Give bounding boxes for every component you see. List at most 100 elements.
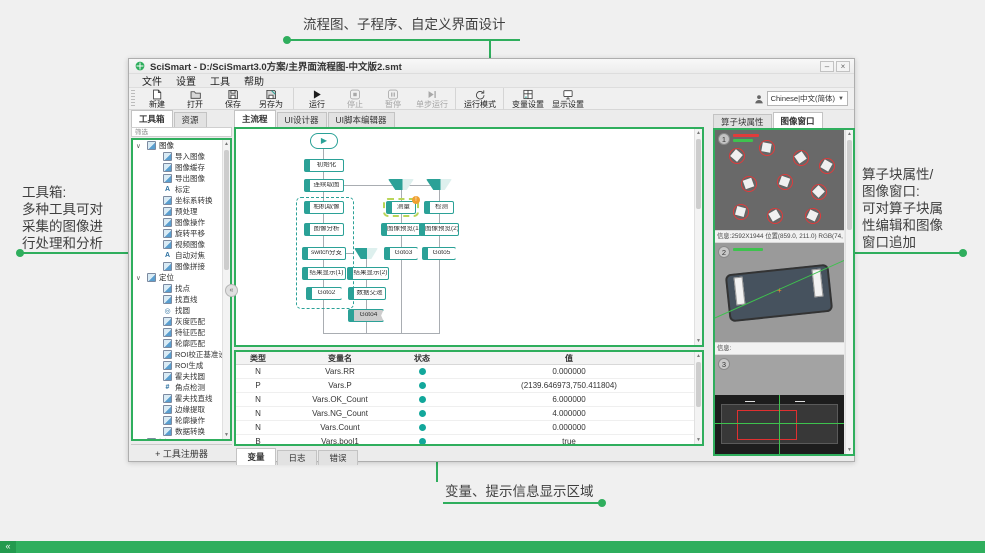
flowchart-scrollbar[interactable]: ▲ ▼: [694, 129, 702, 345]
tree-row[interactable]: 特征匹配: [133, 327, 222, 338]
flow-node-数据交递[interactable]: 数据交递: [348, 287, 386, 300]
tree-row[interactable]: 轮廓匹配: [133, 338, 222, 349]
toolbar-button[interactable]: 另存为: [252, 88, 290, 110]
toolbar-button[interactable]: 新建: [138, 88, 176, 110]
flow-tab[interactable]: UI设计器: [277, 112, 327, 127]
toolbar-button[interactable]: 暂停: [374, 88, 412, 110]
toolbar-button[interactable]: 保存: [214, 88, 252, 110]
close-button[interactable]: ×: [836, 61, 850, 72]
tree-row[interactable]: 数据转换: [133, 426, 222, 437]
flow-node-switch分支[interactable]: switch分支: [302, 247, 346, 260]
tree-row[interactable]: ∨ 定位: [133, 272, 222, 283]
flow-node-初始化[interactable]: 初始化: [304, 159, 344, 172]
tree-row[interactable]: 霍夫找直线: [133, 393, 222, 404]
table-scrollbar[interactable]: ▲ ▼: [694, 352, 702, 444]
node-tab-icon: [382, 224, 387, 235]
image-window-2[interactable]: 2 +: [715, 243, 844, 342]
flow-node-Goto5[interactable]: Goto5: [422, 247, 456, 260]
flow-node-Goto3[interactable]: Goto3: [384, 247, 418, 260]
table-row[interactable]: N Vars.Count 0.000000: [236, 421, 694, 435]
sidebar-collapse-handle[interactable]: «: [225, 284, 238, 297]
flow-node-结果显示(2)[interactable]: 结果显示(2): [347, 267, 389, 280]
bottom-tab[interactable]: 错误: [318, 450, 358, 465]
toolbar-button[interactable]: 变量设置: [503, 88, 548, 110]
language-select[interactable]: Chinese|中文(简体) ▼: [767, 91, 848, 106]
menu-item[interactable]: 文件: [137, 73, 167, 88]
flow-node-trap[interactable]: [426, 179, 452, 190]
tree-row[interactable]: ROI生成: [133, 360, 222, 371]
chevrons-left-icon[interactable]: «: [0, 541, 16, 553]
toolbar-button[interactable]: 显示设置: [548, 88, 588, 110]
scroll-thumb[interactable]: [696, 139, 701, 209]
flow-node-Goto4[interactable]: Goto4: [348, 309, 384, 322]
tree-row[interactable]: ◎ 找圆: [133, 305, 222, 316]
tree-row[interactable]: 找直线: [133, 294, 222, 305]
tool-register-button[interactable]: + 工具注册器: [131, 444, 232, 461]
node-tab-icon: [385, 248, 390, 259]
flow-node-测量[interactable]: 测量: [386, 201, 416, 214]
tree-row[interactable]: 导出图像: [133, 173, 222, 184]
toolbar-button[interactable]: 单步运行: [412, 88, 452, 110]
tree-row[interactable]: A 标定: [133, 184, 222, 195]
minimize-button[interactable]: –: [820, 61, 834, 72]
table-row[interactable]: N Vars.NG_Count 4.000000: [236, 407, 694, 421]
filter-input[interactable]: 筛选: [131, 127, 232, 137]
toolbar-button[interactable]: 运行模式: [455, 88, 500, 110]
sidebar-tab[interactable]: 资源: [174, 112, 207, 127]
tree-row[interactable]: 图像缓存: [133, 162, 222, 173]
table-row[interactable]: P Vars.P (2139.646973,750.411804): [236, 379, 694, 393]
flow-node-Goto2[interactable]: Goto2: [306, 287, 342, 300]
tree-row[interactable]: 视频图像: [133, 239, 222, 250]
tree-row[interactable]: 坐标系转换: [133, 195, 222, 206]
scroll-thumb[interactable]: [224, 150, 229, 270]
flow-node-trap[interactable]: [388, 179, 414, 190]
tree-row[interactable]: 图像拼接: [133, 261, 222, 272]
toolbar-button[interactable]: 打开: [176, 88, 214, 110]
table-row[interactable]: B Vars.bool1 true: [236, 435, 694, 444]
menu-item[interactable]: 设置: [171, 73, 201, 88]
tree-row[interactable]: ∨ 测量: [133, 437, 222, 439]
menu-item[interactable]: 工具: [205, 73, 235, 88]
tree-row[interactable]: 导入图像: [133, 151, 222, 162]
tree-row[interactable]: ∨ 图像: [133, 140, 222, 151]
scroll-thumb[interactable]: [847, 140, 852, 230]
tree-row[interactable]: 霍夫找圆: [133, 371, 222, 382]
toolbar-button[interactable]: 运行: [293, 88, 336, 110]
tree-row[interactable]: ROI校正基准设置: [133, 349, 222, 360]
flowchart-canvas[interactable]: ▶ 初始化连续取图相机取像 测量检测图像分析 图像预览(1)图像预览(2) switch…: [236, 129, 694, 345]
flow-node-连续取图[interactable]: 连续取图: [304, 179, 344, 192]
bottom-tab[interactable]: 日志: [277, 450, 317, 465]
image-window-1[interactable]: 1: [715, 130, 844, 230]
menu-item[interactable]: 帮助: [239, 73, 269, 88]
image-window-3[interactable]: 3: [715, 355, 844, 454]
tree-row[interactable]: 轮廓操作: [133, 415, 222, 426]
tree-row-label: 灰度匹配: [175, 316, 205, 327]
sidebar-tab[interactable]: 工具箱: [131, 110, 173, 127]
flow-node-相机取像[interactable]: 相机取像: [304, 201, 344, 214]
tree-row[interactable]: 预处理: [133, 206, 222, 217]
flow-node-start[interactable]: ▶: [310, 133, 338, 149]
flow-node-图像预览(2)[interactable]: 图像预览(2): [419, 223, 459, 236]
tree-row[interactable]: 灰度匹配: [133, 316, 222, 327]
tree-row[interactable]: # 角点检测: [133, 382, 222, 393]
right-panel-scrollbar[interactable]: ▲ ▼: [845, 130, 853, 454]
tree-row[interactable]: 图像操作: [133, 217, 222, 228]
table-row[interactable]: N Vars.OK_Count 6.000000: [236, 393, 694, 407]
flow-tab[interactable]: 主流程: [234, 110, 276, 127]
flow-node-结果显示(1)[interactable]: 结果显示(1): [302, 267, 346, 280]
tree-row[interactable]: 旋转平移: [133, 228, 222, 239]
flow-tab[interactable]: UI脚本编辑器: [328, 112, 395, 127]
right-panel-tab[interactable]: 图像窗口: [773, 112, 823, 129]
table-row[interactable]: N Vars.RR 0.000000: [236, 365, 694, 379]
bottom-tab[interactable]: 变量: [236, 448, 276, 465]
flow-node-图像预览(1)[interactable]: 图像预览(1): [381, 223, 421, 236]
toolbar-button[interactable]: 停止: [336, 88, 374, 110]
right-panel-tab[interactable]: 算子块属性: [713, 114, 772, 129]
flow-node-检测[interactable]: 检测: [424, 201, 454, 214]
scroll-thumb[interactable]: [696, 362, 701, 407]
tree-row[interactable]: 找点: [133, 283, 222, 294]
flow-node-trap[interactable]: [354, 248, 378, 259]
flow-node-图像分析[interactable]: 图像分析: [304, 223, 344, 236]
tree-row[interactable]: 边缘提取: [133, 404, 222, 415]
tree-row[interactable]: A 自动对焦: [133, 250, 222, 261]
